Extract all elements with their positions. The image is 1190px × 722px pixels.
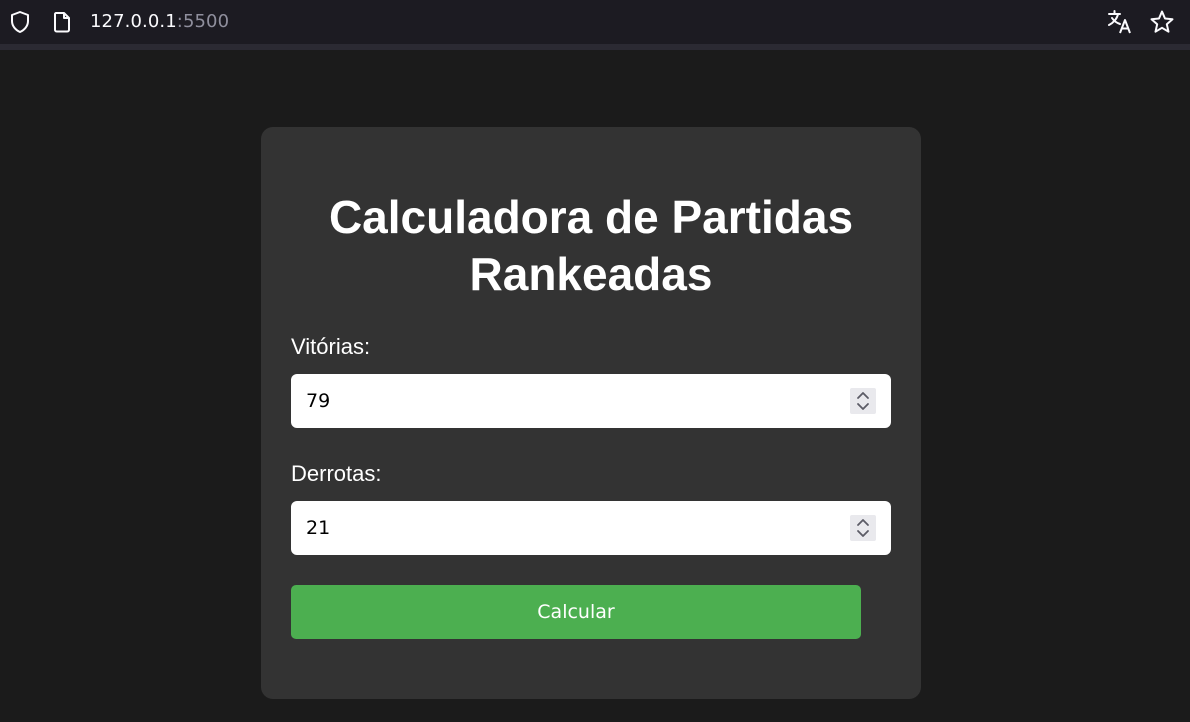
title-line-1: Calculadora de Partidas [328, 191, 854, 243]
title-line-2: Rankeadas [469, 248, 713, 300]
wins-spinner[interactable] [850, 388, 876, 414]
losses-spinner[interactable] [850, 515, 876, 541]
browser-toolbar: 127.0.0.1:5500 [0, 0, 1190, 44]
wins-label: Vitórias: [291, 334, 371, 359]
calculator-card: Calculadora de Partidas Rankeadas Vitóri… [261, 127, 921, 699]
spinner-arrows-icon [857, 519, 869, 537]
star-icon[interactable] [1149, 9, 1175, 35]
shield-icon[interactable] [7, 9, 33, 35]
losses-label: Derrotas: [291, 461, 382, 486]
losses-input[interactable]: 21 [291, 501, 891, 555]
calculate-button[interactable]: Calcular [291, 585, 861, 639]
wins-input[interactable]: 79 [291, 374, 891, 428]
page-icon[interactable] [49, 9, 75, 35]
translate-icon[interactable] [1107, 9, 1133, 35]
losses-value: 21 [306, 517, 331, 539]
url-bar[interactable]: 127.0.0.1:5500 [90, 11, 229, 32]
url-port: :5500 [176, 11, 230, 32]
url-host: 127.0.0.1 [90, 11, 177, 32]
toolbar-divider [0, 44, 1190, 50]
spinner-arrows-icon [857, 392, 869, 410]
page-title: Calculadora de Partidas Rankeadas [261, 189, 921, 303]
wins-value: 79 [306, 390, 331, 412]
